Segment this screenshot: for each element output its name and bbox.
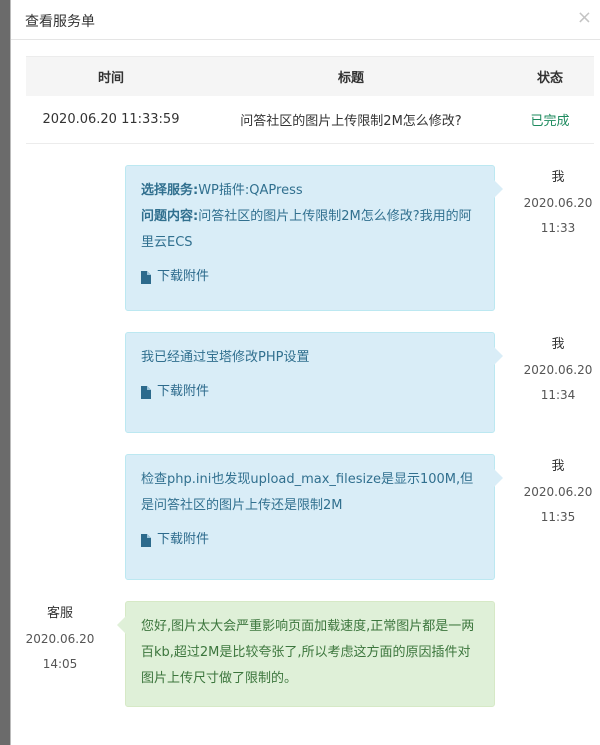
message-bubble-staff: 您好,图片太大会严重影响页面加载速度,正常图片都是一两百kb,超过2M是比较夸张… <box>117 601 495 707</box>
message-date: 2020.06.20 <box>523 363 593 377</box>
row-title: 问答社区的图片上传限制2M怎么修改? <box>240 114 462 129</box>
sender-name: 客服 <box>46 606 73 621</box>
table-header: 时间 标题 状态 <box>26 56 594 96</box>
table-row: 2020.06.20 11:33:59 问答社区的图片上传限制2M怎么修改? 已… <box>26 96 594 144</box>
message-text: 检查php.ini也发现upload_max_filesize是显示100M,但… <box>141 472 474 513</box>
modal-title: 查看服务单 <box>25 14 95 30</box>
sender-name: 我 <box>551 459 565 474</box>
service-label: 选择服务: <box>141 183 199 198</box>
message-time: 11:33 <box>540 221 576 235</box>
header-title: 标题 <box>337 71 364 86</box>
message-date: 2020.06.20 <box>25 632 95 646</box>
service-value: WP插件:QAPress <box>198 183 303 198</box>
status-badge: 已完成 <box>530 114 570 129</box>
message-meta: 我 2020.06.20 11:34 <box>523 333 593 408</box>
message-text: 我已经通过宝塔修改PHP设置 <box>141 350 310 365</box>
attachment-label: 下载附件 <box>157 269 210 284</box>
message-meta: 客服 2020.06.20 14:05 <box>25 602 95 677</box>
file-icon <box>141 270 151 284</box>
service-ticket-modal: 查看服务单 × 时间 标题 状态 2020.06.20 11:33:59 问答社… <box>10 0 600 745</box>
row-time: 2020.06.20 11:33:59 <box>42 112 180 127</box>
message-meta: 我 2020.06.20 11:33 <box>523 166 593 241</box>
message-text: 您好,图片太大会严重影响页面加载速度,正常图片都是一两百kb,超过2M是比较夸张… <box>141 619 475 686</box>
message-date: 2020.06.20 <box>523 196 593 210</box>
message-time: 11:35 <box>540 510 576 524</box>
modal-header: 查看服务单 × <box>11 0 600 40</box>
file-icon <box>141 385 151 399</box>
content-label: 问题内容: <box>141 209 199 224</box>
message-meta: 我 2020.06.20 11:35 <box>523 455 593 530</box>
sender-name: 我 <box>551 170 565 185</box>
message-bubble-user: 检查php.ini也发现upload_max_filesize是显示100M,但… <box>125 454 503 580</box>
download-attachment-link[interactable]: 下载附件 <box>141 264 479 290</box>
close-icon[interactable]: × <box>577 9 592 27</box>
download-attachment-link[interactable]: 下载附件 <box>141 379 479 405</box>
sender-name: 我 <box>551 337 565 352</box>
message-time: 14:05 <box>42 657 78 671</box>
message-time: 11:34 <box>540 388 576 402</box>
message-bubble-user: 我已经通过宝塔修改PHP设置 下载附件 <box>125 332 503 433</box>
header-time: 时间 <box>97 71 124 86</box>
message-date: 2020.06.20 <box>523 485 593 499</box>
download-attachment-link[interactable]: 下载附件 <box>141 527 479 553</box>
message-bubble-user: 选择服务:WP插件:QAPress 问题内容:问答社区的图片上传限制2M怎么修改… <box>125 165 503 311</box>
header-status: 状态 <box>536 71 563 86</box>
attachment-label: 下载附件 <box>157 384 210 399</box>
file-icon <box>141 533 151 547</box>
attachment-label: 下载附件 <box>157 532 210 547</box>
ticket-table: 时间 标题 状态 2020.06.20 11:33:59 问答社区的图片上传限制… <box>26 56 594 144</box>
